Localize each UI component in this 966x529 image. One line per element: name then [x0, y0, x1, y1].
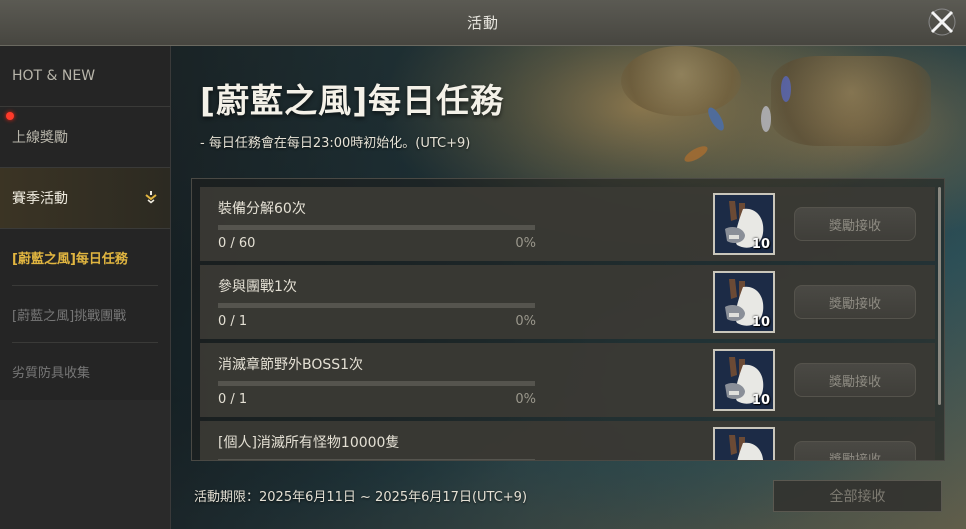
- mission-progress-bar: [218, 381, 535, 386]
- reward-quantity: 10: [751, 315, 770, 330]
- close-icon: [928, 8, 956, 36]
- sidebar-item-label: 賽季活動: [12, 191, 68, 207]
- mission-progress-bar: [218, 459, 535, 460]
- reward-item-slot[interactable]: 10: [713, 427, 775, 460]
- chevron-down-icon: [145, 191, 157, 204]
- window-title: 活動: [466, 14, 499, 32]
- surfboard-decoration: [761, 106, 771, 132]
- claim-reward-button[interactable]: 獎勵接收: [794, 207, 916, 241]
- beach-hut-decoration: [621, 46, 741, 116]
- mission-progress-count: 0 / 1: [218, 392, 248, 407]
- window-titlebar: 活動: [0, 0, 966, 46]
- claim-reward-button[interactable]: 獎勵接收: [794, 441, 916, 460]
- sidebar-subitem-armor-collection[interactable]: 劣質防具收集: [0, 343, 170, 400]
- notification-dot: [6, 112, 14, 120]
- reward-item-slot[interactable]: 10: [713, 271, 775, 333]
- sidebar-item-login-reward[interactable]: 上線獎勵: [0, 107, 170, 168]
- claim-reward-button[interactable]: 獎勵接收: [794, 363, 916, 397]
- claim-reward-button[interactable]: 獎勵接收: [794, 285, 916, 319]
- beach-hut-decoration: [771, 56, 931, 146]
- armor-reward-icon: [715, 429, 773, 460]
- event-title: [蔚藍之風]每日任務: [200, 81, 505, 120]
- mission-name: 消滅章節野外BOSS1次: [218, 357, 364, 373]
- surfboard-decoration: [682, 143, 710, 165]
- close-button[interactable]: [926, 6, 958, 38]
- reward-quantity: 10: [751, 237, 770, 252]
- surfboard-decoration: [705, 105, 727, 133]
- mission-row: 裝備分解60次 0 / 60 0% 10 獎勵接收: [200, 187, 935, 261]
- event-panel: [蔚藍之風]每日任務 - 每日任務會在每日23:00時初始化。(UTC+9) 裝…: [171, 46, 966, 529]
- sidebar-subitem-label: [蔚藍之風]每日任務: [12, 252, 128, 267]
- mission-progress-bar: [218, 225, 535, 230]
- sidebar-item-label: HOT & NEW: [12, 68, 96, 84]
- sidebar-item-label: 上線獎勵: [12, 130, 68, 146]
- mission-row: [個人]消滅所有怪物10000隻 10 獎勵接收: [200, 421, 935, 460]
- sidebar-item-season-event[interactable]: 賽季活動: [0, 168, 170, 229]
- sidebar-menu: HOT & NEW 上線獎勵 賽季活動 [蔚藍之風]每日任務 [蔚藍之風]挑戰團…: [0, 46, 170, 400]
- mission-name: 參與團戰1次: [218, 279, 297, 295]
- mission-list[interactable]: 裝備分解60次 0 / 60 0% 10 獎勵接收 參與團戰1次 0 / 1 0…: [191, 178, 945, 461]
- reward-item-slot[interactable]: 10: [713, 193, 775, 255]
- sidebar-subitem-label: 劣質防具收集: [12, 366, 91, 381]
- claim-all-button[interactable]: 全部接收: [773, 480, 942, 512]
- mission-progress-percent: 0%: [515, 314, 536, 329]
- mission-progress-count: 0 / 1: [218, 314, 248, 329]
- sidebar: HOT & NEW 上線獎勵 賽季活動 [蔚藍之風]每日任務 [蔚藍之風]挑戰團…: [0, 46, 171, 529]
- sidebar-subitem-raid-challenge[interactable]: [蔚藍之風]挑戰團戰: [0, 286, 170, 343]
- mission-name: [個人]消滅所有怪物10000隻: [218, 435, 400, 451]
- surfboard-decoration: [781, 76, 791, 102]
- mission-name: 裝備分解60次: [218, 201, 306, 217]
- reward-quantity: 10: [751, 393, 770, 408]
- mission-row: 消滅章節野外BOSS1次 0 / 1 0% 10 獎勵接收: [200, 343, 935, 417]
- event-subtitle: - 每日任務會在每日23:00時初始化。(UTC+9): [200, 136, 471, 151]
- reward-item-slot[interactable]: 10: [713, 349, 775, 411]
- sidebar-subitem-label: [蔚藍之風]挑戰團戰: [12, 309, 127, 324]
- mission-list-scrollbar[interactable]: [938, 187, 941, 405]
- mission-row: 參與團戰1次 0 / 1 0% 10 獎勵接收: [200, 265, 935, 339]
- mission-progress-percent: 0%: [515, 392, 536, 407]
- mission-progress-percent: 0%: [515, 236, 536, 251]
- mission-progress-count: 0 / 60: [218, 236, 256, 251]
- event-period: 活動期限：2025年6月11日 ~ 2025年6月17日(UTC+9): [194, 490, 528, 505]
- sidebar-subitem-daily-mission[interactable]: [蔚藍之風]每日任務: [0, 229, 170, 286]
- mission-progress-bar: [218, 303, 535, 308]
- sidebar-item-hot-new[interactable]: HOT & NEW: [0, 46, 170, 107]
